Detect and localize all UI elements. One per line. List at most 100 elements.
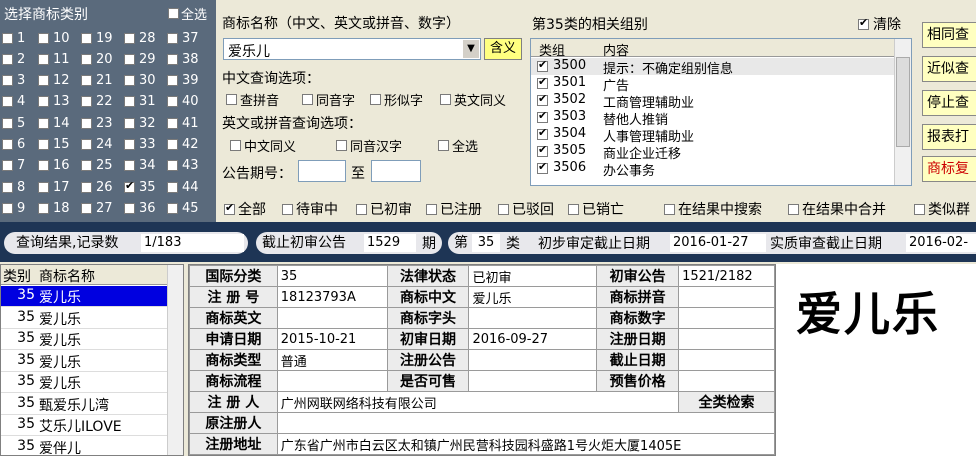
table-row[interactable]: 35 爱儿乐 <box>1 351 169 372</box>
class-box-34[interactable] <box>124 160 135 172</box>
trademark-name-combobox[interactable]: 爱乐儿 ▼ <box>223 38 481 60</box>
class-box-2[interactable] <box>2 53 13 65</box>
class-box-7[interactable] <box>2 160 13 172</box>
option-pinyin[interactable]: 查拼音 <box>226 90 279 109</box>
class-box-28[interactable] <box>124 32 135 44</box>
class-box-44[interactable] <box>167 181 178 193</box>
class-box-4[interactable] <box>2 96 13 108</box>
result-list[interactable]: 类别 商标名称 35 爱儿乐 35 爱儿乐 35 爱儿乐 35 爱儿乐 35 爱儿乐 35 甄爱乐儿湾… <box>0 264 184 456</box>
class-checkbox-45[interactable]: 45 <box>167 198 199 218</box>
option-similar-shape[interactable]: 形似字 <box>370 90 423 109</box>
group-row-checkbox[interactable] <box>537 75 548 89</box>
table-row[interactable]: 35 爱儿乐 <box>1 329 169 350</box>
option-homophone-hanzi-box[interactable] <box>336 140 347 151</box>
class-box-29[interactable] <box>124 53 135 65</box>
trademark-review-button[interactable]: 商标复 <box>922 156 976 182</box>
class-checkbox-41[interactable]: 41 <box>167 113 199 133</box>
select-all-checkbox[interactable]: 全选 <box>168 4 207 23</box>
class-box-23[interactable] <box>81 117 92 129</box>
class-checkbox-26[interactable]: 26 <box>81 177 113 197</box>
class-checkbox-2[interactable]: 2 <box>2 49 25 69</box>
class-box-36[interactable] <box>124 202 135 214</box>
class-box-8[interactable] <box>2 181 13 193</box>
filter-prelim-box[interactable] <box>356 203 367 215</box>
class-box-20[interactable] <box>81 53 92 65</box>
group-row[interactable]: 3502工商管理辅助业 <box>531 92 895 111</box>
group-list[interactable]: 类组 内容 3500提示：不确定组别信息3501广告3502工商管理辅助业350… <box>530 38 912 186</box>
all-class-search-button[interactable]: 全类检索 <box>678 391 775 413</box>
class-box-1[interactable] <box>2 32 13 44</box>
class-checkbox-43[interactable]: 43 <box>167 156 199 176</box>
group-row[interactable]: 3500提示：不确定组别信息 <box>531 58 895 77</box>
class-box-16[interactable] <box>38 160 49 172</box>
class-box-27[interactable] <box>81 202 92 214</box>
option-cn-synonym[interactable]: 中文同义 <box>230 136 296 155</box>
group-row-checkbox[interactable] <box>537 92 548 106</box>
merge-in-results[interactable]: 在结果中合并 <box>788 199 886 219</box>
class-checkbox-7[interactable]: 7 <box>2 156 25 176</box>
filter-cancelled-box[interactable] <box>568 203 579 215</box>
class-box-11[interactable] <box>38 53 49 65</box>
class-box-26[interactable] <box>81 181 92 193</box>
group-row[interactable]: 3504人事管理辅助业 <box>531 126 895 145</box>
class-box-31[interactable] <box>124 96 135 108</box>
class-checkbox-12[interactable]: 12 <box>38 71 70 91</box>
class-box-18[interactable] <box>38 202 49 214</box>
group-row-checkbox[interactable] <box>537 160 548 174</box>
class-checkbox-14[interactable]: 14 <box>38 113 70 133</box>
class-box-14[interactable] <box>38 117 49 129</box>
class-checkbox-33[interactable]: 33 <box>124 135 156 155</box>
filter-all[interactable]: 全部 <box>224 199 266 219</box>
class-box-41[interactable] <box>167 117 178 129</box>
option-homophone-box[interactable] <box>302 94 313 105</box>
similar-group-box[interactable] <box>914 203 925 215</box>
class-checkbox-5[interactable]: 5 <box>2 113 25 133</box>
filter-pending[interactable]: 待审中 <box>282 199 338 219</box>
class-checkbox-11[interactable]: 11 <box>38 49 70 69</box>
group-list-scrollbar[interactable] <box>894 39 911 185</box>
similar-search-button[interactable]: 近似查 <box>922 56 976 82</box>
class-checkbox-25[interactable]: 25 <box>81 156 113 176</box>
class-box-17[interactable] <box>38 181 49 193</box>
issue-from-input[interactable] <box>298 160 346 182</box>
class-box-35[interactable] <box>124 179 135 193</box>
issue-to-input[interactable] <box>371 160 421 182</box>
group-row-checkbox[interactable] <box>537 126 548 140</box>
class-checkbox-3[interactable]: 3 <box>2 71 25 91</box>
option-pinyin-box[interactable] <box>226 94 237 105</box>
class-checkbox-23[interactable]: 23 <box>81 113 113 133</box>
class-box-40[interactable] <box>167 96 178 108</box>
option-select-all-en[interactable]: 全选 <box>438 136 478 155</box>
class-checkbox-10[interactable]: 10 <box>38 28 70 48</box>
class-checkbox-36[interactable]: 36 <box>124 198 156 218</box>
filter-prelim[interactable]: 已初审 <box>356 199 412 219</box>
table-row[interactable]: 35 艾乐儿ILOVE <box>1 415 169 436</box>
search-in-results[interactable]: 在结果中搜索 <box>664 199 762 219</box>
group-row[interactable]: 3501广告 <box>531 75 895 94</box>
class-checkbox-38[interactable]: 38 <box>167 49 199 69</box>
class-box-10[interactable] <box>38 32 49 44</box>
class-checkbox-1[interactable]: 1 <box>2 28 25 48</box>
class-box-38[interactable] <box>167 53 178 65</box>
class-checkbox-31[interactable]: 31 <box>124 92 156 112</box>
filter-registered-box[interactable] <box>426 203 437 215</box>
class-checkbox-13[interactable]: 13 <box>38 92 70 112</box>
class-checkbox-39[interactable]: 39 <box>167 71 199 91</box>
filter-rejected[interactable]: 已驳回 <box>498 199 554 219</box>
group-row-checkbox[interactable] <box>537 58 548 72</box>
class-checkbox-8[interactable]: 8 <box>2 177 25 197</box>
class-checkbox-20[interactable]: 20 <box>81 49 113 69</box>
filter-cancelled[interactable]: 已销亡 <box>568 199 624 219</box>
group-row[interactable]: 3503替他人推销 <box>531 109 895 128</box>
option-select-all-en-box[interactable] <box>438 140 449 151</box>
class-box-5[interactable] <box>2 117 13 129</box>
select-all-box[interactable] <box>168 8 179 19</box>
table-row[interactable]: 35 爱伴儿 <box>1 437 169 456</box>
option-en-synonym[interactable]: 英文同义 <box>440 90 506 109</box>
class-box-32[interactable] <box>124 117 135 129</box>
class-checkbox-15[interactable]: 15 <box>38 135 70 155</box>
class-checkbox-17[interactable]: 17 <box>38 177 70 197</box>
class-checkbox-44[interactable]: 44 <box>167 177 199 197</box>
class-box-42[interactable] <box>167 139 178 150</box>
group-row-checkbox[interactable] <box>537 109 548 123</box>
